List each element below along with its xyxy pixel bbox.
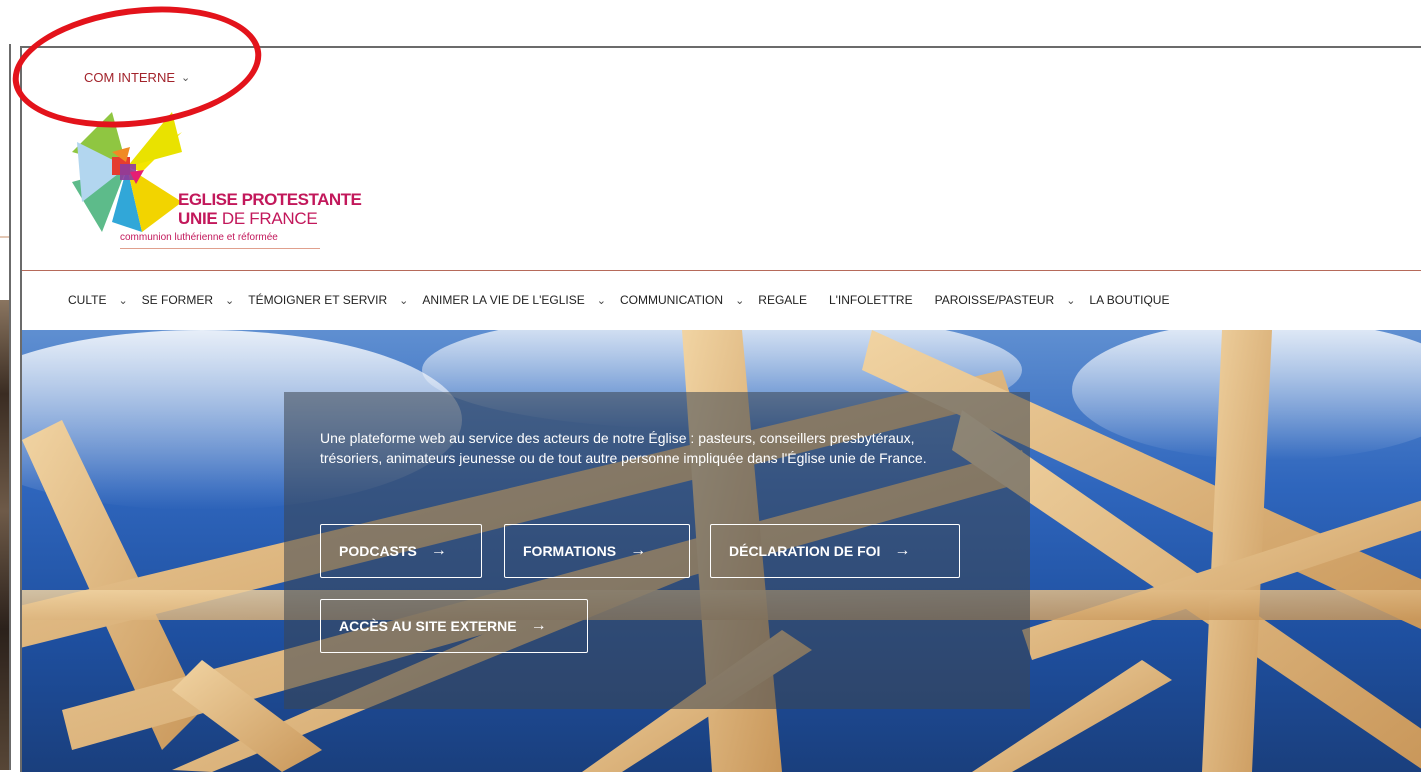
button-label: PODCASTS <box>339 543 417 559</box>
chevron-down-icon: ⌄ <box>399 294 409 307</box>
window-edge <box>9 44 11 770</box>
hero-banner: Une plateforme web au service des acteur… <box>22 330 1421 772</box>
chevron-down-icon: ⌄ <box>1066 294 1076 307</box>
arrow-right-icon: → <box>530 617 547 634</box>
background-window <box>0 0 20 770</box>
nav-item-communication[interactable]: COMMUNICATION ⌄ <box>620 293 758 307</box>
nav-label: LA BOUTIQUE <box>1089 293 1170 307</box>
site-logo[interactable]: EGLISE PROTESTANTE UNIE DE FRANCE commun… <box>72 112 372 262</box>
nav-label: SE FORMER <box>141 293 214 307</box>
arrow-right-icon: → <box>630 542 647 559</box>
formations-button[interactable]: FORMATIONS → <box>504 524 690 578</box>
logo-tagline: communion luthérienne et réformée <box>120 232 278 243</box>
nav-item-regale[interactable]: REGALE <box>758 293 807 307</box>
arrow-right-icon: → <box>430 542 447 559</box>
background-photo-strip <box>0 300 9 770</box>
main-nav: CULTE ⌄ SE FORMER ⌄ TÉMOIGNER ET SERVIR ⌄ A… <box>68 280 1169 320</box>
chevron-down-icon: ⌄ <box>225 294 235 307</box>
logo-title: EGLISE PROTESTANTE <box>178 190 362 209</box>
nav-label: PAROISSE/PASTEUR <box>934 293 1055 307</box>
chevron-down-icon: ⌄ <box>181 72 191 84</box>
declaration-de-foi-button[interactable]: DÉCLARATION DE FOI → <box>710 524 960 578</box>
nav-item-animer[interactable]: ANIMER LA VIE DE L'EGLISE ⌄ <box>422 293 620 307</box>
nav-label: CULTE <box>68 293 107 307</box>
nav-label: TÉMOIGNER ET SERVIR <box>248 293 388 307</box>
logo-tagline-underline <box>120 248 320 249</box>
button-label: DÉCLARATION DE FOI <box>729 543 881 559</box>
nav-item-infolettre[interactable]: L'INFOLETTRE <box>829 293 913 307</box>
nav-item-se-former[interactable]: SE FORMER ⌄ <box>142 293 249 307</box>
nav-item-culte[interactable]: CULTE ⌄ <box>68 293 142 307</box>
header-divider <box>22 270 1421 271</box>
chevron-down-icon: ⌄ <box>596 294 606 307</box>
nav-label: REGALE <box>758 293 807 307</box>
nav-label: COMMUNICATION <box>619 293 724 307</box>
com-interne-label: COM INTERNE <box>84 70 175 85</box>
logo-unie: UNIE <box>178 209 218 228</box>
button-label: FORMATIONS <box>523 543 617 559</box>
button-label: ACCÈS AU SITE EXTERNE <box>339 618 517 634</box>
nav-item-temoigner[interactable]: TÉMOIGNER ET SERVIR ⌄ <box>248 293 422 307</box>
podcasts-button[interactable]: PODCASTS → <box>320 524 482 578</box>
logo-cross-icon <box>72 112 182 232</box>
hero-intro-text: Une plateforme web au service des acteur… <box>320 430 927 466</box>
acces-site-externe-button[interactable]: ACCÈS AU SITE EXTERNE → <box>320 599 588 653</box>
nav-item-boutique[interactable]: LA BOUTIQUE <box>1089 293 1169 307</box>
nav-label: ANIMER LA VIE DE L'EGLISE <box>422 293 585 307</box>
chevron-down-icon: ⌄ <box>118 294 128 307</box>
nav-item-paroisse[interactable]: PAROISSE/PASTEUR ⌄ <box>935 293 1090 307</box>
window-rule <box>0 236 9 238</box>
chevron-down-icon: ⌄ <box>735 294 745 307</box>
arrow-right-icon: → <box>894 542 911 559</box>
com-interne-menu[interactable]: COM INTERNE ⌄ <box>84 70 190 85</box>
nav-label: L'INFOLETTRE <box>828 293 913 307</box>
logo-subtitle: UNIE DE FRANCE <box>178 209 318 229</box>
browser-page: COM INTERNE ⌄ EGLISE PROTESTANTE UNIE DE… <box>20 46 1421 772</box>
logo-de-france: DE FRANCE <box>217 209 318 228</box>
